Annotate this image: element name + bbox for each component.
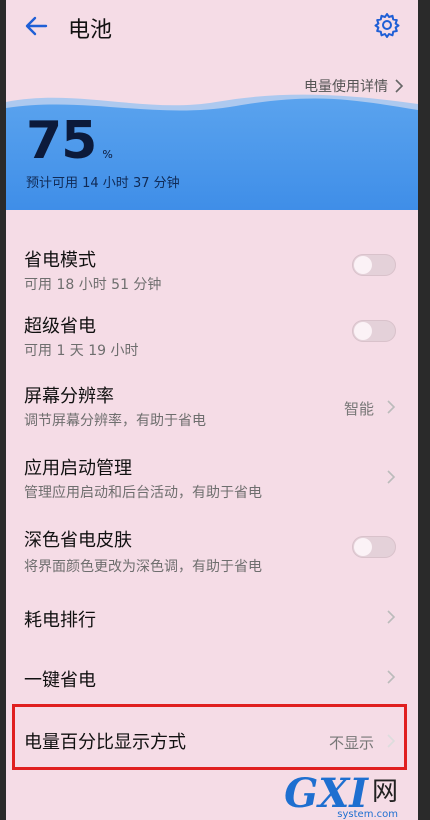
ultra-power-saving-toggle[interactable] xyxy=(352,320,396,342)
list-item-title: 深色省电皮肤 xyxy=(24,530,132,551)
chevron-right-icon xyxy=(387,610,396,624)
list-item-subtitle: 可用 1 天 19 小时 xyxy=(24,343,139,359)
chevron-right-icon xyxy=(387,470,396,484)
list-item-screen-resolution[interactable]: 屏幕分辨率 调节屏幕分辨率，有助于省电 智能 xyxy=(6,368,418,436)
list-item-title: 应用启动管理 xyxy=(24,458,132,479)
chevron-right-icon xyxy=(387,670,396,684)
list-item-app-launch-management[interactable]: 应用启动管理 管理应用启动和后台活动，有助于省电 xyxy=(6,436,418,510)
highlight-annotation xyxy=(12,704,407,770)
battery-percent: 75 % xyxy=(26,112,113,170)
list-item-title: 超级省电 xyxy=(24,316,96,337)
list-item-title: 一键省电 xyxy=(24,670,96,691)
battery-settings-screen: 电池 电量使用详情 75 % 预计可用 14 小时 37 分钟 省电模式 可用 … xyxy=(6,0,418,820)
toggle-knob xyxy=(354,538,372,556)
list-item-subtitle: 可用 18 小时 51 分钟 xyxy=(24,277,162,293)
right-bezel xyxy=(418,0,430,820)
list-item-subtitle: 管理应用启动和后台活动，有助于省电 xyxy=(24,485,262,501)
power-saving-toggle[interactable] xyxy=(352,254,396,276)
list-item-title: 屏幕分辨率 xyxy=(24,386,114,407)
list-item-subtitle: 调节屏幕分辨率，有助于省电 xyxy=(24,413,206,429)
list-item-power-saving-mode[interactable]: 省电模式 可用 18 小时 51 分钟 xyxy=(6,232,418,302)
chevron-right-icon xyxy=(395,79,404,93)
list-item-title: 省电模式 xyxy=(24,250,96,271)
watermark-logo: GXI 网 xyxy=(284,771,398,814)
watermark-site: system.com xyxy=(337,809,398,820)
watermark-net: 网 xyxy=(371,777,398,807)
page-title: 电池 xyxy=(68,18,113,43)
arrow-left-icon[interactable] xyxy=(22,12,50,40)
battery-remaining-estimate: 预计可用 14 小时 37 分钟 xyxy=(26,176,180,191)
list-item-title: 耗电排行 xyxy=(24,610,96,631)
list-item-subtitle: 将界面颜色更改为深色调，有助于省电 xyxy=(24,559,262,575)
gear-icon[interactable] xyxy=(374,12,400,38)
list-item-dark-power-saving-skin[interactable]: 深色省电皮肤 将界面颜色更改为深色调，有助于省电 xyxy=(6,510,418,586)
battery-percent-value: 75 xyxy=(26,111,97,171)
battery-percent-unit: % xyxy=(102,148,113,161)
header-bar: 电池 xyxy=(6,0,418,56)
settings-list: 省电模式 可用 18 小时 51 分钟 超级省电 可用 1 天 19 小时 屏幕… xyxy=(6,232,418,768)
list-item-ultra-power-saving[interactable]: 超级省电 可用 1 天 19 小时 xyxy=(6,302,418,368)
toggle-knob xyxy=(354,256,372,274)
watermark-main: GXI xyxy=(284,770,368,817)
list-item-power-consumption-ranking[interactable]: 耗电排行 xyxy=(6,586,418,646)
screen-resolution-value: 智能 xyxy=(343,400,374,418)
chevron-right-icon xyxy=(387,400,396,414)
toggle-knob xyxy=(354,322,372,340)
dark-skin-toggle[interactable] xyxy=(352,536,396,558)
list-item-one-tap-power-saving[interactable]: 一键省电 xyxy=(6,646,418,706)
